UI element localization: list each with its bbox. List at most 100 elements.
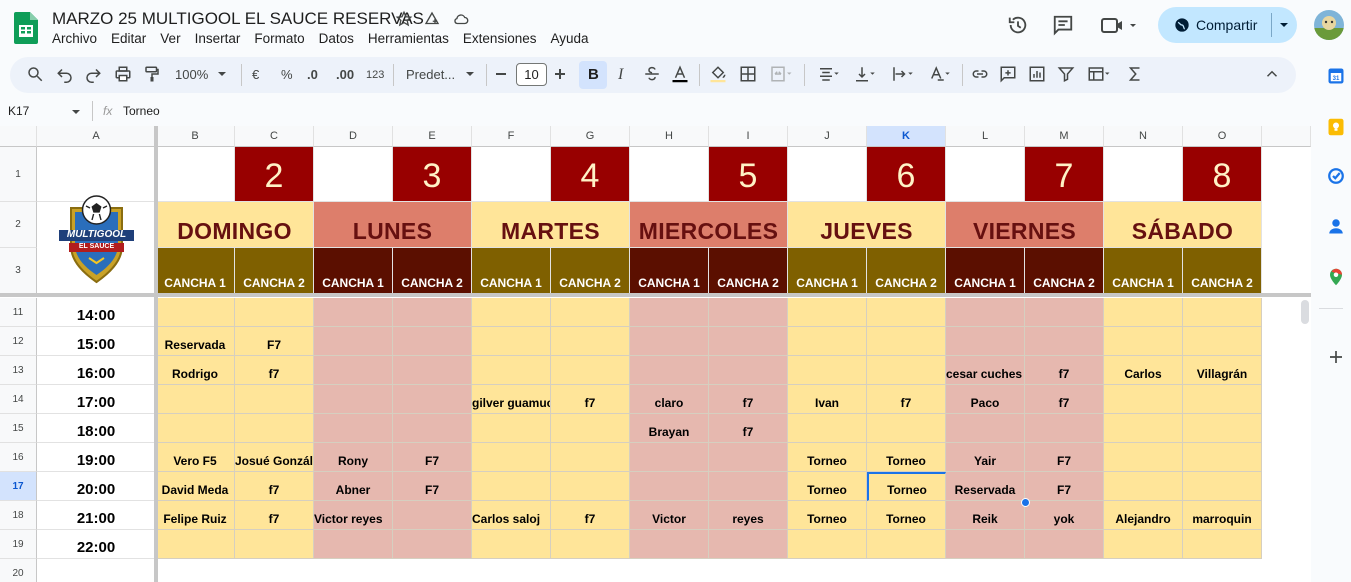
reservation-cell[interactable]	[551, 530, 630, 559]
menu-datos[interactable]: Datos	[319, 31, 354, 46]
column-header-g[interactable]: G	[551, 126, 630, 147]
cell-empty[interactable]	[472, 147, 551, 202]
column-header-k[interactable]: K	[867, 126, 946, 147]
reservation-cell[interactable]	[867, 414, 946, 443]
print-icon[interactable]	[114, 65, 132, 83]
reservation-cell[interactable]: f7	[1025, 356, 1104, 385]
formula-input[interactable]: Torneo	[123, 104, 160, 118]
document-title[interactable]: MARZO 25 MULTIGOOL EL SAUCE RESERVAS	[52, 9, 424, 29]
row-header-13[interactable]: 13	[0, 356, 37, 385]
reservation-cell[interactable]	[1183, 385, 1262, 414]
filter-icon[interactable]	[1057, 65, 1075, 83]
reservation-cell[interactable]	[472, 298, 551, 327]
reservation-cell[interactable]	[1104, 443, 1183, 472]
increase-decimal-button[interactable]: .00	[336, 66, 354, 84]
filter-views-icon[interactable]	[1084, 65, 1114, 83]
reservation-cell[interactable]: claro	[630, 385, 709, 414]
reservation-cell[interactable]	[472, 443, 551, 472]
reservation-cell[interactable]	[1183, 414, 1262, 443]
selected-cell[interactable]: Torneo	[867, 472, 946, 501]
reservation-cell[interactable]	[1025, 327, 1104, 356]
reservation-cell[interactable]	[235, 385, 314, 414]
functions-icon[interactable]	[1126, 65, 1144, 83]
percent-format-button[interactable]: %	[281, 66, 293, 84]
cancha-1-header[interactable]: CANCHA 1	[630, 248, 709, 294]
cancha-2-header[interactable]: CANCHA 2	[393, 248, 472, 294]
column-header-m[interactable]: M	[1025, 126, 1104, 147]
reservation-cell[interactable]	[551, 356, 630, 385]
zoom-dropdown-icon[interactable]	[216, 65, 228, 83]
reservation-cell[interactable]	[472, 356, 551, 385]
reservation-cell[interactable]	[946, 414, 1025, 443]
day-name-cell[interactable]: MARTES	[472, 202, 630, 248]
reservation-cell[interactable]	[235, 298, 314, 327]
spreadsheet-grid[interactable]: A B C D E F G H I J K L M N O 1 2 3 4 5 6 7 8 2 DOMINGO LUNES MART…	[0, 126, 1311, 582]
reservation-cell[interactable]: f7	[235, 356, 314, 385]
reservation-cell[interactable]: F7	[1025, 472, 1104, 501]
currency-format-button[interactable]: €	[252, 66, 259, 84]
row-header-18[interactable]: 18	[0, 501, 37, 530]
reservation-cell[interactable]	[630, 443, 709, 472]
reservation-cell[interactable]	[788, 530, 867, 559]
meet-icon[interactable]	[1100, 14, 1138, 36]
hour-cell[interactable]: 16:00	[37, 356, 156, 385]
reservation-cell[interactable]: Victor reyes	[314, 501, 393, 530]
reservation-cell[interactable]	[946, 327, 1025, 356]
cell-empty[interactable]	[630, 147, 709, 202]
reservation-cell[interactable]: Reservada	[156, 327, 235, 356]
reservation-cell[interactable]: F7	[393, 443, 472, 472]
reservation-cell[interactable]: f7	[709, 414, 788, 443]
menu-extensiones[interactable]: Extensiones	[463, 31, 537, 46]
frozen-columns-divider[interactable]	[154, 126, 158, 582]
reservation-cell[interactable]: f7	[235, 501, 314, 530]
reservation-cell[interactable]: f7	[551, 501, 630, 530]
reservation-cell[interactable]: F7	[1025, 443, 1104, 472]
frozen-rows-divider[interactable]	[0, 293, 1311, 297]
reservation-cell[interactable]: Villagrán	[1183, 356, 1262, 385]
reservation-cell[interactable]	[156, 298, 235, 327]
day-name-cell[interactable]: VIERNES	[946, 202, 1104, 248]
vertical-scrollbar[interactable]	[1301, 300, 1309, 324]
name-box-dropdown-icon[interactable]	[71, 108, 81, 116]
cancha-1-header[interactable]: CANCHA 1	[1104, 248, 1183, 294]
font-select[interactable]: Predet...	[406, 66, 455, 84]
reservation-cell[interactable]	[946, 530, 1025, 559]
hour-cell[interactable]: 15:00	[37, 327, 156, 356]
reservation-cell[interactable]: Torneo	[788, 472, 867, 501]
day-number-cell[interactable]: 8	[1183, 147, 1262, 202]
hour-cell[interactable]: 14:00	[37, 298, 156, 327]
empty-area[interactable]	[37, 559, 1311, 582]
reservation-cell[interactable]	[709, 472, 788, 501]
insert-comment-icon[interactable]	[999, 65, 1017, 83]
cancha-2-header[interactable]: CANCHA 2	[1025, 248, 1104, 294]
reservation-cell[interactable]: Yair	[946, 443, 1025, 472]
reservation-cell[interactable]	[551, 298, 630, 327]
cancha-2-header[interactable]: CANCHA 2	[235, 248, 314, 294]
column-header-n[interactable]: N	[1104, 126, 1183, 147]
reservation-cell[interactable]	[788, 327, 867, 356]
reservation-cell[interactable]	[314, 414, 393, 443]
reservation-cell[interactable]: Torneo	[788, 443, 867, 472]
more-formats-button[interactable]: 123	[366, 66, 384, 84]
hour-cell[interactable]: 18:00	[37, 414, 156, 443]
redo-icon[interactable]	[84, 65, 102, 83]
move-to-drive-icon[interactable]	[423, 10, 441, 28]
hour-cell[interactable]: 19:00	[37, 443, 156, 472]
row-header-20[interactable]: 20	[0, 559, 37, 582]
name-box[interactable]: K17	[8, 104, 29, 118]
reservation-cell[interactable]	[314, 530, 393, 559]
reservation-cell[interactable]: f7	[1025, 385, 1104, 414]
hour-cell[interactable]: 21:00	[37, 501, 156, 530]
reservation-cell[interactable]	[788, 356, 867, 385]
reservation-cell[interactable]	[314, 327, 393, 356]
text-color-icon[interactable]	[671, 65, 689, 83]
row-header-14[interactable]: 14	[0, 385, 37, 414]
reservation-cell[interactable]: F7	[235, 327, 314, 356]
reservation-cell[interactable]	[393, 501, 472, 530]
reservation-cell[interactable]: David Meda	[156, 472, 235, 501]
reservation-cell[interactable]	[472, 327, 551, 356]
reservation-cell[interactable]: Ivan	[788, 385, 867, 414]
reservation-cell[interactable]	[393, 414, 472, 443]
cloud-saved-icon[interactable]	[452, 10, 470, 28]
reservation-cell[interactable]	[156, 414, 235, 443]
